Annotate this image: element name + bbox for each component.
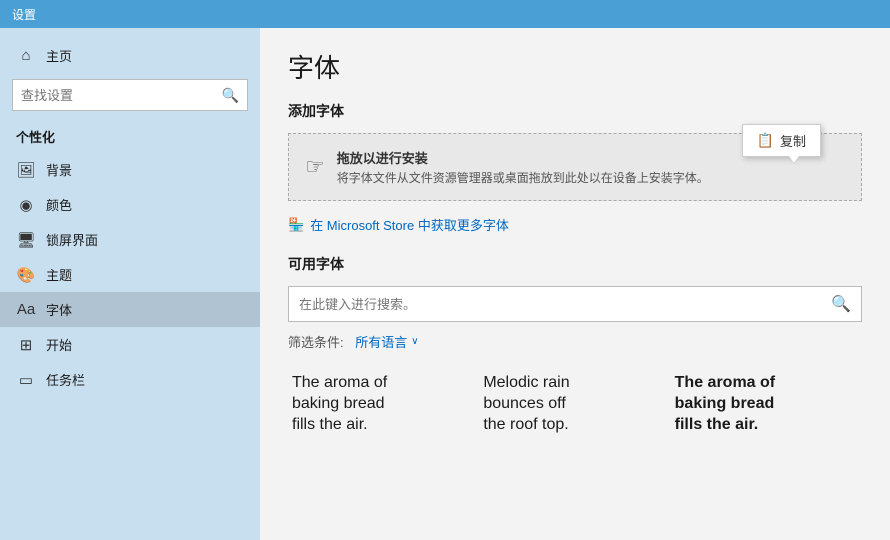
filter-label: 筛选条件: (288, 332, 344, 351)
font-preview-3: The aroma ofbaking breadfills the air. (671, 365, 862, 443)
sidebar-section-label: 个性化 (0, 121, 260, 152)
sidebar-item-color-label: 颜色 (46, 195, 72, 214)
sidebar-item-font[interactable]: Aa 字体 (0, 292, 260, 327)
filter-value[interactable]: 所有语言 (355, 332, 407, 351)
font-preview-1-text: The aroma ofbaking breadfills the air. (292, 373, 475, 435)
font-preview-1: The aroma ofbaking breadfills the air. (288, 365, 479, 443)
color-icon: ◉ (16, 196, 36, 214)
drop-zone[interactable]: ☞ 拖放以进行安装 将字体文件从文件资源管理器或桌面拖放到此处以在设备上安装字体… (288, 133, 862, 201)
drop-zone-text: 拖放以进行安装 将字体文件从文件资源管理器或桌面拖放到此处以在设备上安装字体。 (337, 148, 709, 186)
top-bar-label: 设置 (12, 6, 36, 23)
sidebar-item-background-label: 背景 (46, 160, 72, 179)
sidebar-search-container: 🔍 (12, 79, 248, 111)
sidebar-item-start[interactable]: ⊞ 开始 (0, 327, 260, 362)
sidebar-item-font-label: 字体 (46, 300, 72, 319)
filter-row: 筛选条件: 所有语言 ∨ (288, 332, 862, 351)
sidebar-item-start-label: 开始 (46, 335, 72, 354)
store-icon: 🏪 (288, 217, 304, 233)
drag-icon: ☞ (305, 154, 325, 180)
sidebar-item-lockscreen-label: 锁屏界面 (46, 230, 98, 249)
main-content: 字体 添加字体 ☞ 拖放以进行安装 将字体文件从文件资源管理器或桌面拖放到此处以… (260, 28, 890, 540)
font-preview-2-text: Melodic rainbounces offthe roof top. (483, 373, 666, 435)
store-link[interactable]: 🏪 在 Microsoft Store 中获取更多字体 (288, 215, 862, 234)
top-bar: 设置 (0, 0, 890, 28)
main-layout: ⌂ 主页 🔍 个性化 🖼 背景 ◉ 颜色 🖥 锁屏界面 🎨 主题 Aa (0, 28, 890, 540)
font-preview-3-text: The aroma ofbaking breadfills the air. (675, 373, 858, 435)
theme-icon: 🎨 (16, 266, 36, 284)
font-preview-2: Melodic rainbounces offthe roof top. (479, 365, 670, 443)
copy-icon: 📋 (757, 132, 774, 149)
tooltip: 📋 复制 (742, 124, 821, 157)
available-fonts-section-title: 可用字体 (288, 254, 862, 274)
tooltip-label: 复制 (780, 131, 806, 150)
sidebar-search-icon: 🔍 (222, 87, 239, 104)
sidebar-item-color[interactable]: ◉ 颜色 (0, 187, 260, 222)
sidebar-search-input[interactable] (21, 88, 222, 103)
sidebar-item-taskbar[interactable]: ▭ 任务栏 (0, 362, 260, 397)
filter-chevron-icon: ∨ (411, 336, 418, 347)
sidebar: ⌂ 主页 🔍 个性化 🖼 背景 ◉ 颜色 🖥 锁屏界面 🎨 主题 Aa (0, 28, 260, 540)
fonts-search-icon: 🔍 (831, 294, 851, 314)
drop-zone-main-text: 拖放以进行安装 (337, 148, 709, 167)
page-title: 字体 (288, 48, 862, 85)
font-previews: The aroma ofbaking breadfills the air. M… (288, 365, 862, 443)
sidebar-item-home[interactable]: ⌂ 主页 (0, 38, 260, 73)
sidebar-item-background[interactable]: 🖼 背景 (0, 152, 260, 187)
lockscreen-icon: 🖥 (16, 231, 36, 249)
sidebar-item-theme-label: 主题 (46, 265, 72, 284)
sidebar-item-theme[interactable]: 🎨 主题 (0, 257, 260, 292)
drop-zone-sub-text: 将字体文件从文件资源管理器或桌面拖放到此处以在设备上安装字体。 (337, 169, 709, 186)
fonts-search-container: 🔍 (288, 286, 862, 322)
sidebar-item-home-label: 主页 (46, 46, 72, 65)
taskbar-icon: ▭ (16, 371, 36, 389)
add-font-section-title: 添加字体 (288, 101, 862, 121)
home-icon: ⌂ (16, 47, 36, 64)
sidebar-item-lockscreen[interactable]: 🖥 锁屏界面 (0, 222, 260, 257)
sidebar-item-taskbar-label: 任务栏 (46, 370, 85, 389)
font-icon: Aa (16, 301, 36, 318)
background-icon: 🖼 (16, 161, 36, 179)
store-link-label: 在 Microsoft Store 中获取更多字体 (310, 215, 509, 234)
fonts-search-input[interactable] (299, 297, 831, 312)
start-icon: ⊞ (16, 336, 36, 354)
